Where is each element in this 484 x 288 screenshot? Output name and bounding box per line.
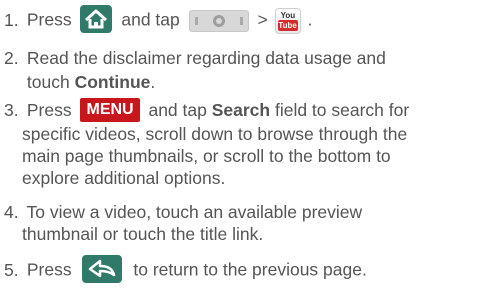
step-text: field to search for: [270, 100, 410, 120]
continue-label: Continue: [74, 72, 151, 92]
step-text: To view a video, touch an available prev…: [26, 202, 363, 222]
youtube-tube-label: Tube: [277, 20, 298, 31]
step-number: 1.: [4, 9, 19, 30]
step-text: main page thumbnails, or scroll to the b…: [22, 146, 391, 166]
step-4: 4. To view a video, touch an available p…: [4, 201, 474, 223]
step-number: 4.: [4, 202, 19, 222]
step-number: 3.: [4, 100, 19, 120]
menu-key-icon: MENU: [80, 98, 140, 123]
step-text: specific videos, scroll down to browse t…: [22, 124, 408, 144]
step-text: explore additional options.: [22, 168, 226, 188]
step-number: 2.: [4, 48, 19, 68]
back-icon: [82, 255, 123, 283]
step-text: to return to the previous page.: [133, 259, 367, 280]
search-label: Search: [211, 100, 271, 120]
step-3-line-3: main page thumbnails, or scroll to the b…: [4, 145, 474, 167]
step-text: and tap: [121, 9, 180, 30]
step-text: >: [257, 9, 268, 30]
step-2-line-2: touch Continue.: [4, 71, 474, 93]
step-3: 3. Press MENU and tap Search field to se…: [4, 98, 474, 123]
step-text: Press: [26, 100, 72, 120]
step-4-line-2: thumbnail or touch the title link.: [4, 223, 474, 245]
apps-icon: [188, 10, 249, 32]
step-text: Press: [26, 259, 72, 280]
step-text: Read the disclaimer regarding data usage…: [26, 48, 386, 68]
step-5: 5. Press to return to the previous page.: [4, 255, 474, 285]
step-text: Press: [26, 9, 72, 30]
home-icon: [80, 5, 113, 33]
youtube-you-label: You: [280, 11, 296, 20]
step-text: and tap: [148, 100, 212, 120]
youtube-icon: You Tube: [274, 8, 301, 34]
step-2: 2. Read the disclaimer regarding data us…: [4, 47, 474, 69]
step-text: touch: [26, 72, 75, 92]
step-text: .: [150, 72, 156, 92]
step-text: .: [307, 9, 313, 30]
step-3-line-4: explore additional options.: [4, 167, 474, 189]
step-3-line-2: specific videos, scroll down to browse t…: [4, 123, 474, 145]
step-number: 5.: [4, 259, 19, 280]
instruction-steps: 1. Press and tap > You Tube . 2. Read th…: [0, 0, 484, 287]
step-text: thumbnail or touch the title link.: [22, 224, 264, 244]
step-1: 1. Press and tap > You Tube .: [4, 5, 474, 35]
